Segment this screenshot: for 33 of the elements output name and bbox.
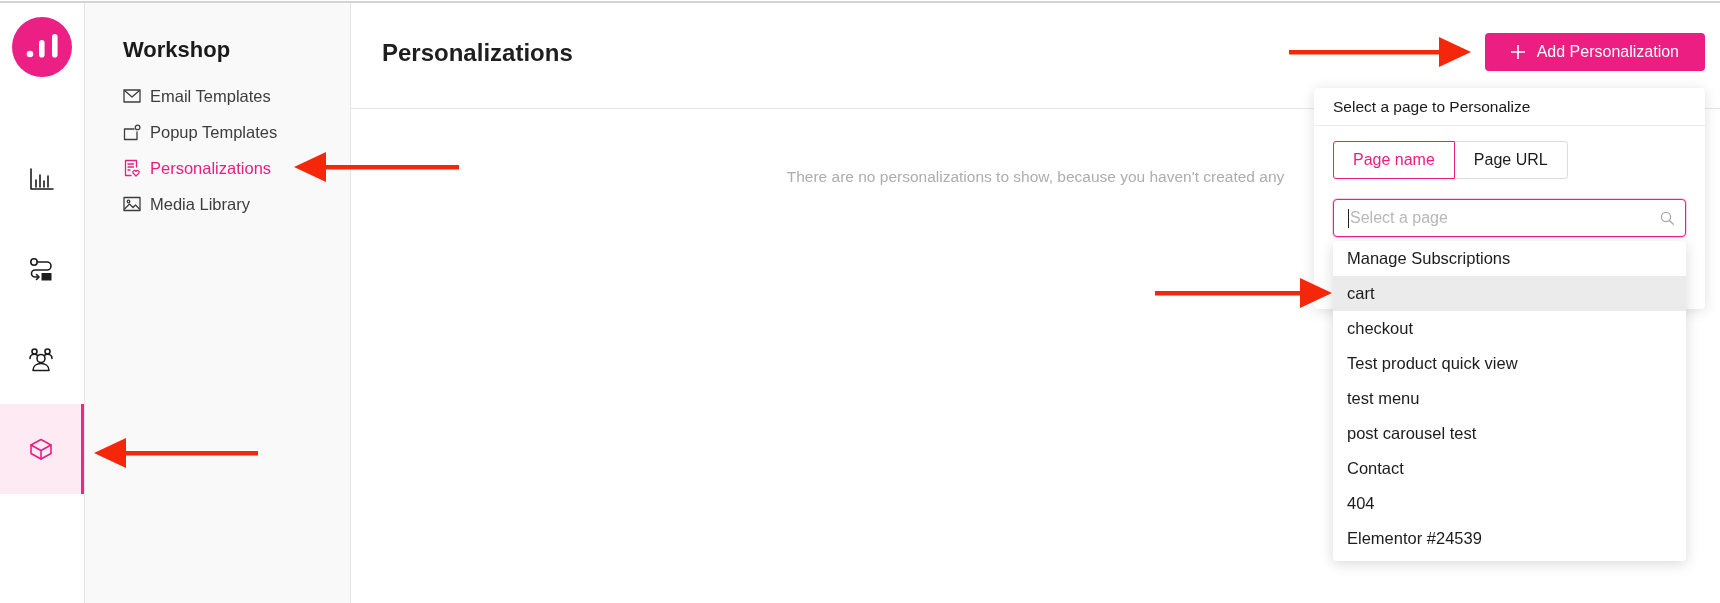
sidebar-item[interactable]: Media Library	[123, 186, 250, 222]
sidebar-item[interactable]: Email Templates	[123, 78, 271, 114]
search-icon	[1660, 211, 1674, 225]
plus-icon	[1510, 45, 1525, 59]
page-option[interactable]: test menu	[1333, 381, 1686, 416]
workflow-icon	[27, 256, 54, 282]
page-option[interactable]: checkout	[1333, 311, 1686, 346]
document-heart-icon	[123, 159, 141, 177]
add-button[interactable]: Add Personalization	[1484, 33, 1705, 71]
popup-window-icon	[123, 123, 141, 141]
search-field[interactable]: Select a page	[1333, 199, 1686, 237]
empty-state-message: There are no personalizations to show, because you haven't created any	[786, 168, 1285, 186]
image-icon	[123, 195, 141, 213]
page-option[interactable]: post carousel test	[1333, 416, 1686, 451]
cube-icon	[27, 436, 54, 462]
logo-icon[interactable]	[12, 17, 72, 77]
mode-tab[interactable]: Page name	[1333, 141, 1455, 179]
bar-chart-icon	[27, 166, 54, 192]
sidebar-title: Workshop	[123, 37, 231, 63]
page-option[interactable]: cart	[1333, 276, 1686, 311]
sidebar-item[interactable]: Popup Templates	[123, 114, 278, 150]
envelope-icon	[123, 87, 141, 105]
page-option[interactable]: Contact	[1333, 451, 1686, 486]
nav-button[interactable]	[0, 404, 84, 494]
page-option[interactable]: 404	[1333, 486, 1686, 521]
sidebar-item[interactable]: Personalizations	[123, 150, 272, 186]
page-option[interactable]: Test product quick view	[1333, 346, 1686, 381]
mode-tab[interactable]: Page URL	[1453, 141, 1568, 179]
people-icon	[27, 346, 54, 372]
page-option[interactable]: Manage Subscriptions	[1333, 241, 1686, 276]
page-option[interactable]: Elementor #24539	[1333, 521, 1686, 556]
popup-title: Select a page to Personalize	[1333, 97, 1531, 116]
page-title: Personalizations	[382, 38, 573, 68]
